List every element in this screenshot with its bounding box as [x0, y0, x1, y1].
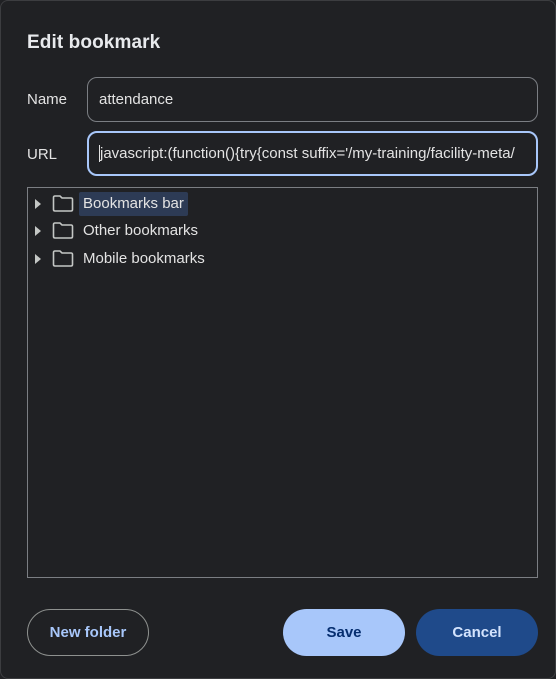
url-label: URL [27, 146, 58, 163]
new-folder-button[interactable]: New folder [27, 609, 149, 656]
expand-arrow-icon[interactable] [35, 226, 41, 236]
folder-icon [52, 250, 74, 267]
tree-item-label: Bookmarks bar [79, 192, 188, 216]
url-input-value: javascript:(function(){try{const suffix=… [100, 145, 515, 162]
url-input[interactable]: javascript:(function(){try{const suffix=… [87, 131, 538, 176]
folder-tree[interactable]: Bookmarks bar Other bookmarks Mobile boo… [27, 187, 538, 578]
save-button[interactable]: Save [283, 609, 405, 656]
expand-arrow-icon[interactable] [35, 199, 41, 209]
cancel-button[interactable]: Cancel [416, 609, 538, 656]
edit-bookmark-dialog: Edit bookmark Name attendance URL javasc… [0, 0, 556, 679]
name-input[interactable]: attendance [87, 77, 538, 122]
expand-arrow-icon[interactable] [35, 254, 41, 264]
folder-icon [52, 222, 74, 239]
name-label: Name [27, 91, 68, 108]
dialog-title: Edit bookmark [27, 32, 161, 53]
folder-icon [52, 195, 74, 212]
tree-item-label: Mobile bookmarks [83, 250, 205, 267]
tree-item-label: Other bookmarks [83, 222, 199, 239]
name-input-value: attendance [99, 91, 174, 108]
